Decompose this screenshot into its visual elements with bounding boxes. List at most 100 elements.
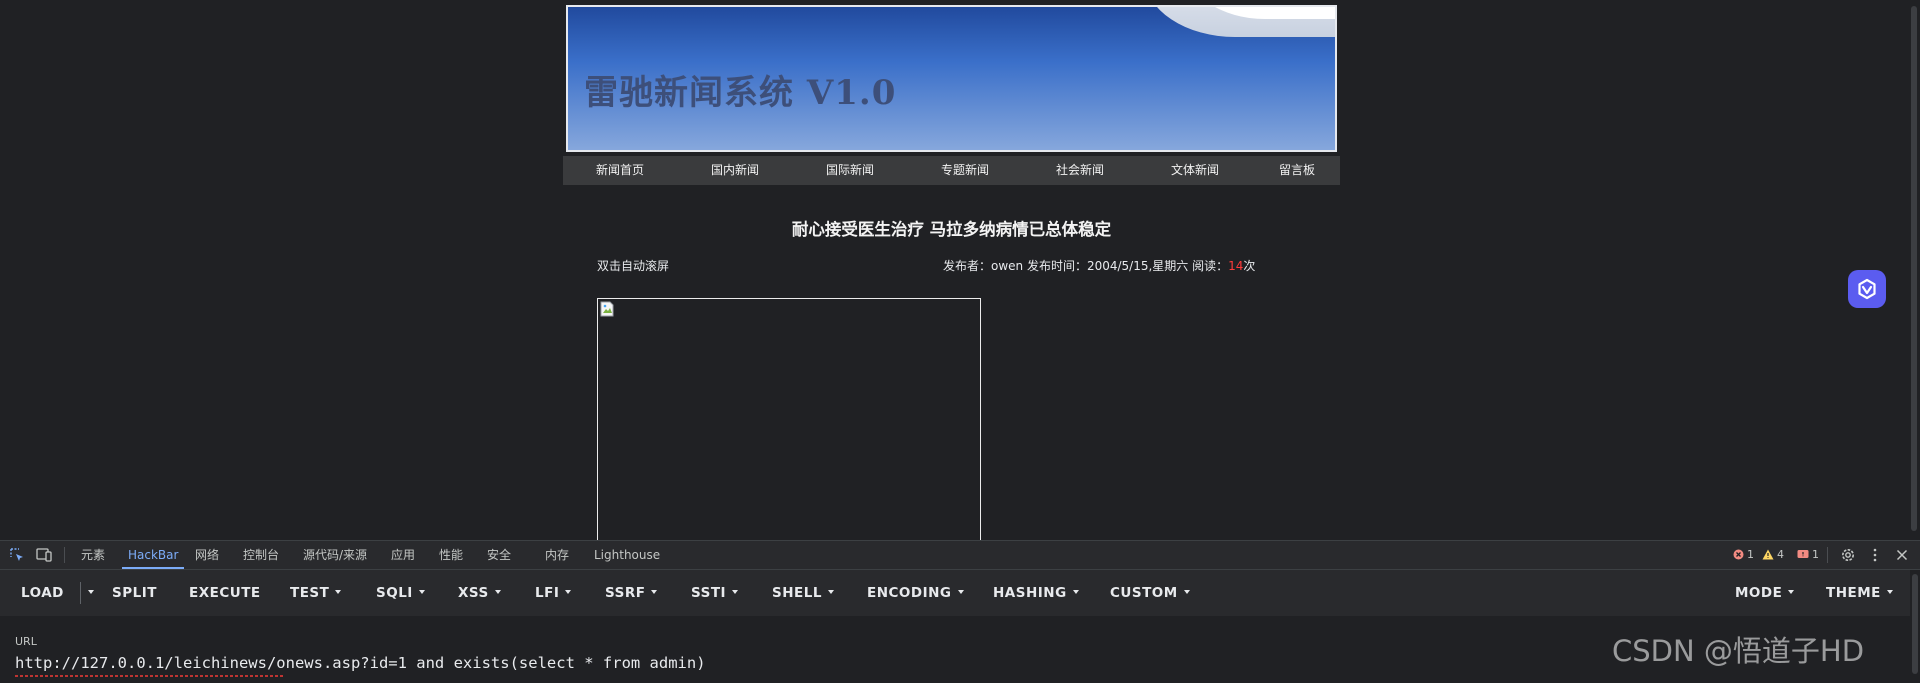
article-meta-text: 发布者：owen 发布时间：2004/5/15,星期六 阅读： [943,259,1229,273]
chevron-down-icon [1886,590,1893,594]
test-menu-button[interactable]: TEST [290,570,342,616]
lfi-menu-button[interactable]: LFI [535,570,572,616]
page-scrollbar-thumb[interactable] [1911,6,1917,531]
ssti-menu-label: SSTI [691,585,727,601]
theme-menu-label: THEME [1826,585,1881,601]
load-button[interactable]: LOAD [21,570,64,616]
error-icon [1733,549,1744,560]
site-title: 雷驰新闻系统 V1.0 [584,73,897,113]
hashing-menu-button[interactable]: HASHING [993,570,1079,616]
assistant-fab-button[interactable] [1848,270,1886,308]
issues-count-value: 1 [1812,548,1819,561]
inspect-element-icon[interactable] [8,546,26,564]
nav-international[interactable]: 国际新闻 [826,156,874,185]
chevron-down-icon [827,590,834,594]
issues-count[interactable]: 1 [1797,548,1819,561]
error-count-value: 1 [1747,548,1754,561]
execute-button[interactable]: EXECUTE [189,570,261,616]
warning-icon [1762,549,1774,560]
url-label: URL [15,635,37,648]
article-title: 耐心接受医生治疗 马拉多纳病情已总体稳定 [791,220,1112,239]
tab-lighthouse[interactable]: Lighthouse [594,541,660,569]
nav-domestic[interactable]: 国内新闻 [711,156,759,185]
warning-count[interactable]: 4 [1762,548,1784,561]
tab-sources[interactable]: 源代码/来源 [303,541,367,569]
ssti-menu-button[interactable]: SSTI [691,570,739,616]
nav-society[interactable]: 社会新闻 [1056,156,1104,185]
tabbar-divider [64,547,65,563]
issues-flag-icon [1797,550,1809,558]
tab-console[interactable]: 控制台 [243,541,279,569]
news-page: 雷驰新闻系统 V1.0 新闻首页 国内新闻 国际新闻 专题新闻 社会新闻 文体新… [563,0,1340,540]
read-count: 14 [1228,259,1244,273]
custom-menu-label: CUSTOM [1110,585,1178,601]
settings-gear-icon[interactable] [1839,546,1857,564]
split-button[interactable]: SPLIT [112,570,157,616]
page-scrollbar[interactable] [1908,0,1920,540]
hackbar-scrollbar[interactable] [1910,570,1920,683]
chevron-down-icon [1072,590,1079,594]
error-count[interactable]: 1 [1733,548,1754,561]
encoding-menu-label: ENCODING [867,585,952,601]
device-toolbar-icon[interactable] [35,546,53,564]
page-viewport: 雷驰新闻系统 V1.0 新闻首页 国内新闻 国际新闻 专题新闻 社会新闻 文体新… [0,0,1920,540]
more-options-icon[interactable] [1866,546,1884,564]
sqli-menu-label: SQLI [376,585,413,601]
assistant-logo-icon [1858,278,1876,300]
ssrf-menu-button[interactable]: SSRF [605,570,658,616]
chevron-down-icon [418,590,425,594]
nav-home[interactable]: 新闻首页 [596,156,644,185]
shell-menu-label: SHELL [772,585,822,601]
broken-image-icon [600,301,614,317]
tab-network[interactable]: 网络 [195,541,219,569]
nav-special[interactable]: 专题新闻 [941,156,989,185]
hashing-menu-label: HASHING [993,585,1067,601]
warning-count-value: 4 [1777,548,1784,561]
ssrf-menu-label: SSRF [605,585,646,601]
xss-menu-label: XSS [458,585,489,601]
tab-performance[interactable]: 性能 [439,541,463,569]
article-image [597,298,981,540]
hackbar-scrollbar-thumb[interactable] [1912,574,1918,674]
tab-elements[interactable]: 元素 [81,541,105,569]
custom-menu-button[interactable]: CUSTOM [1110,570,1190,616]
tab-memory[interactable]: 内存 [545,541,569,569]
chevron-down-icon [88,590,94,594]
shell-menu-button[interactable]: SHELL [772,570,834,616]
site-banner: 雷驰新闻系统 V1.0 [566,5,1337,152]
load-dropdown-button[interactable] [82,570,94,616]
devtools-tabbar: 元素 HackBar 网络 控制台 源代码/来源 应用 性能 安全 内存 Lig… [0,541,1920,570]
chevron-down-icon [651,590,658,594]
article-meta: 发布者：owen 发布时间：2004/5/15,星期六 阅读：14次 [943,257,1255,274]
chevron-down-icon [494,590,501,594]
url-input[interactable] [15,652,1575,674]
close-devtools-icon[interactable] [1893,546,1911,564]
mode-menu-label: MODE [1735,585,1783,601]
chevron-down-icon [732,590,739,594]
tab-application[interactable]: 应用 [391,541,415,569]
chevron-down-icon [1788,590,1795,594]
tabbar-divider-right [1827,547,1828,563]
chevron-down-icon [565,590,572,594]
tab-security[interactable]: 安全 [487,541,511,569]
chevron-down-icon [957,590,964,594]
sqli-menu-button[interactable]: SQLI [376,570,425,616]
lfi-menu-label: LFI [535,585,560,601]
site-navbar: 新闻首页 国内新闻 国际新闻 专题新闻 社会新闻 文体新闻 留言板 [563,156,1340,185]
autoscroll-link[interactable]: 双击自动滚屏 [597,257,669,274]
watermark: CSDN @悟道子HD [1612,634,1865,668]
encoding-menu-button[interactable]: ENCODING [867,570,964,616]
mode-menu-button[interactable]: MODE [1735,570,1795,616]
read-count-suffix: 次 [1243,259,1256,273]
nav-guestbook[interactable]: 留言板 [1279,156,1315,185]
load-split-divider [80,582,81,604]
nav-culture-sports[interactable]: 文体新闻 [1171,156,1219,185]
chevron-down-icon [335,590,342,594]
tab-hackbar[interactable]: HackBar [121,541,185,569]
test-menu-label: TEST [290,585,330,601]
hackbar-toolbar: LOAD SPLIT EXECUTE TEST SQLI XSS LFI SSR… [0,570,1920,616]
xss-menu-button[interactable]: XSS [458,570,501,616]
spellcheck-underline [15,675,285,677]
theme-menu-button[interactable]: THEME [1826,570,1893,616]
chevron-down-icon [1183,590,1190,594]
